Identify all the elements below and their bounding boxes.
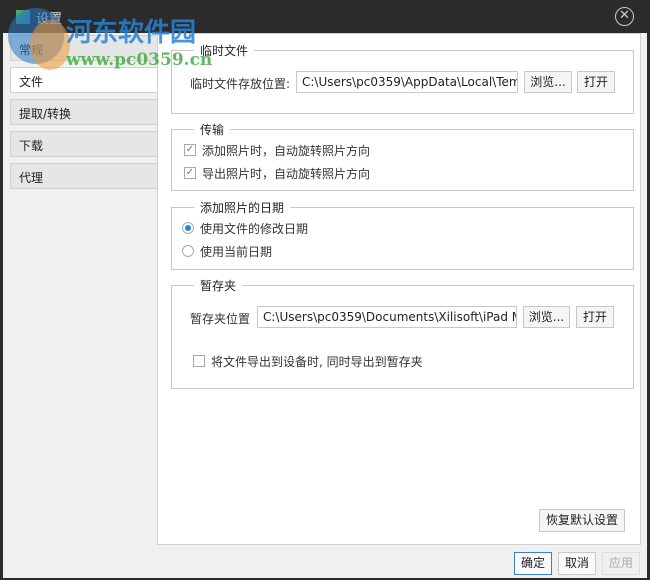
cancel-button[interactable]: 取消	[558, 552, 596, 575]
title-bar: 设置 ✕	[0, 0, 650, 33]
sidebar-item-files[interactable]: 文件	[10, 67, 158, 93]
temp-files-legend: 临时文件	[194, 42, 255, 59]
rotate-on-export-label: 导出照片时，自动旋转照片方向	[202, 167, 371, 181]
modified-date-radio[interactable]	[182, 222, 194, 234]
temp-browse-button[interactable]: 浏览...	[524, 71, 572, 93]
export-to-cache-label: 将文件导出到设备时, 同时导出到暂存夹	[211, 355, 423, 369]
sidebar-item-convert[interactable]: 提取/转换	[10, 99, 158, 125]
date-group: 添加照片的日期 使用文件的修改日期 使用当前日期	[171, 199, 634, 270]
app-icon	[16, 10, 30, 24]
dialog-body: 常规 文件 提取/转换 下载 代理 临时文件 临时文件存放位置: C:\User…	[3, 33, 647, 578]
restore-defaults-button[interactable]: 恢复默认设置	[539, 509, 625, 532]
sidebar-item-general[interactable]: 常规	[10, 35, 158, 61]
cache-path-label: 暂存夹位置	[190, 312, 251, 326]
cache-open-button[interactable]: 打开	[576, 306, 614, 328]
transfer-legend: 传输	[194, 121, 231, 138]
window-title: 设置	[36, 12, 63, 27]
cache-legend: 暂存夹	[194, 277, 243, 294]
rotate-on-export-checkbox[interactable]: ✓	[184, 167, 196, 179]
sidebar-item-download[interactable]: 下载	[10, 131, 158, 157]
cache-folder-group: 暂存夹 暂存夹位置 C:\Users\pc0359\Documents\Xili…	[171, 277, 634, 389]
temp-path-input[interactable]: C:\Users\pc0359\AppData\Local\Temp	[296, 71, 518, 93]
settings-panel: 临时文件 临时文件存放位置: C:\Users\pc0359\AppData\L…	[157, 33, 641, 545]
export-to-cache-checkbox[interactable]	[193, 355, 205, 367]
modified-date-label: 使用文件的修改日期	[200, 222, 309, 236]
temp-path-label: 临时文件存放位置:	[190, 77, 291, 91]
sidebar-item-proxy[interactable]: 代理	[10, 163, 158, 189]
cache-path-input[interactable]: C:\Users\pc0359\Documents\Xilisoft\iPad …	[257, 306, 517, 328]
current-date-label: 使用当前日期	[200, 245, 273, 259]
current-date-radio[interactable]	[182, 245, 194, 257]
rotate-on-add-label: 添加照片时，自动旋转照片方向	[202, 144, 371, 158]
close-icon[interactable]: ✕	[615, 7, 634, 26]
apply-button[interactable]: 应用	[602, 552, 640, 575]
temp-open-button[interactable]: 打开	[577, 71, 615, 93]
ok-button[interactable]: 确定	[514, 552, 552, 575]
date-legend: 添加照片的日期	[194, 199, 291, 216]
cache-browse-button[interactable]: 浏览...	[523, 306, 570, 328]
rotate-on-add-checkbox[interactable]: ✓	[184, 144, 196, 156]
transfer-group: 传输 ✓ 添加照片时，自动旋转照片方向 ✓ 导出照片时，自动旋转照片方向	[171, 121, 634, 191]
temp-files-group: 临时文件 临时文件存放位置: C:\Users\pc0359\AppData\L…	[171, 42, 634, 114]
